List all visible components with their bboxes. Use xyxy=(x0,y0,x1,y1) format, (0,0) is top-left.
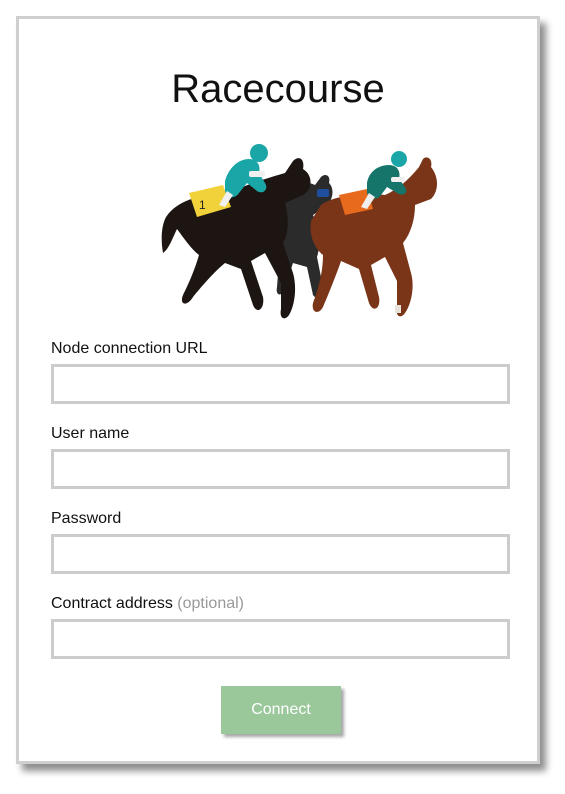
password-label: Password xyxy=(51,510,122,527)
contract-address-input[interactable] xyxy=(51,619,510,659)
username-input[interactable] xyxy=(51,449,510,489)
node-url-input[interactable] xyxy=(51,364,510,404)
node-url-label: Node connection URL xyxy=(51,340,208,357)
connect-button[interactable]: Connect xyxy=(221,686,341,734)
page-title: Racecourse xyxy=(171,67,385,111)
svg-text:1: 1 xyxy=(199,198,206,212)
username-label: User name xyxy=(51,425,130,442)
contract-address-label: Contract address (optional) xyxy=(51,596,244,612)
contract-address-label-text: Contract address xyxy=(51,595,173,612)
login-card: Racecourse 1 Node connection URL User na… xyxy=(16,16,540,764)
horse-chestnut xyxy=(310,151,437,317)
optional-note: (optional) xyxy=(177,595,244,612)
racehorses-image: 1 xyxy=(161,144,437,319)
password-input[interactable] xyxy=(51,534,510,574)
